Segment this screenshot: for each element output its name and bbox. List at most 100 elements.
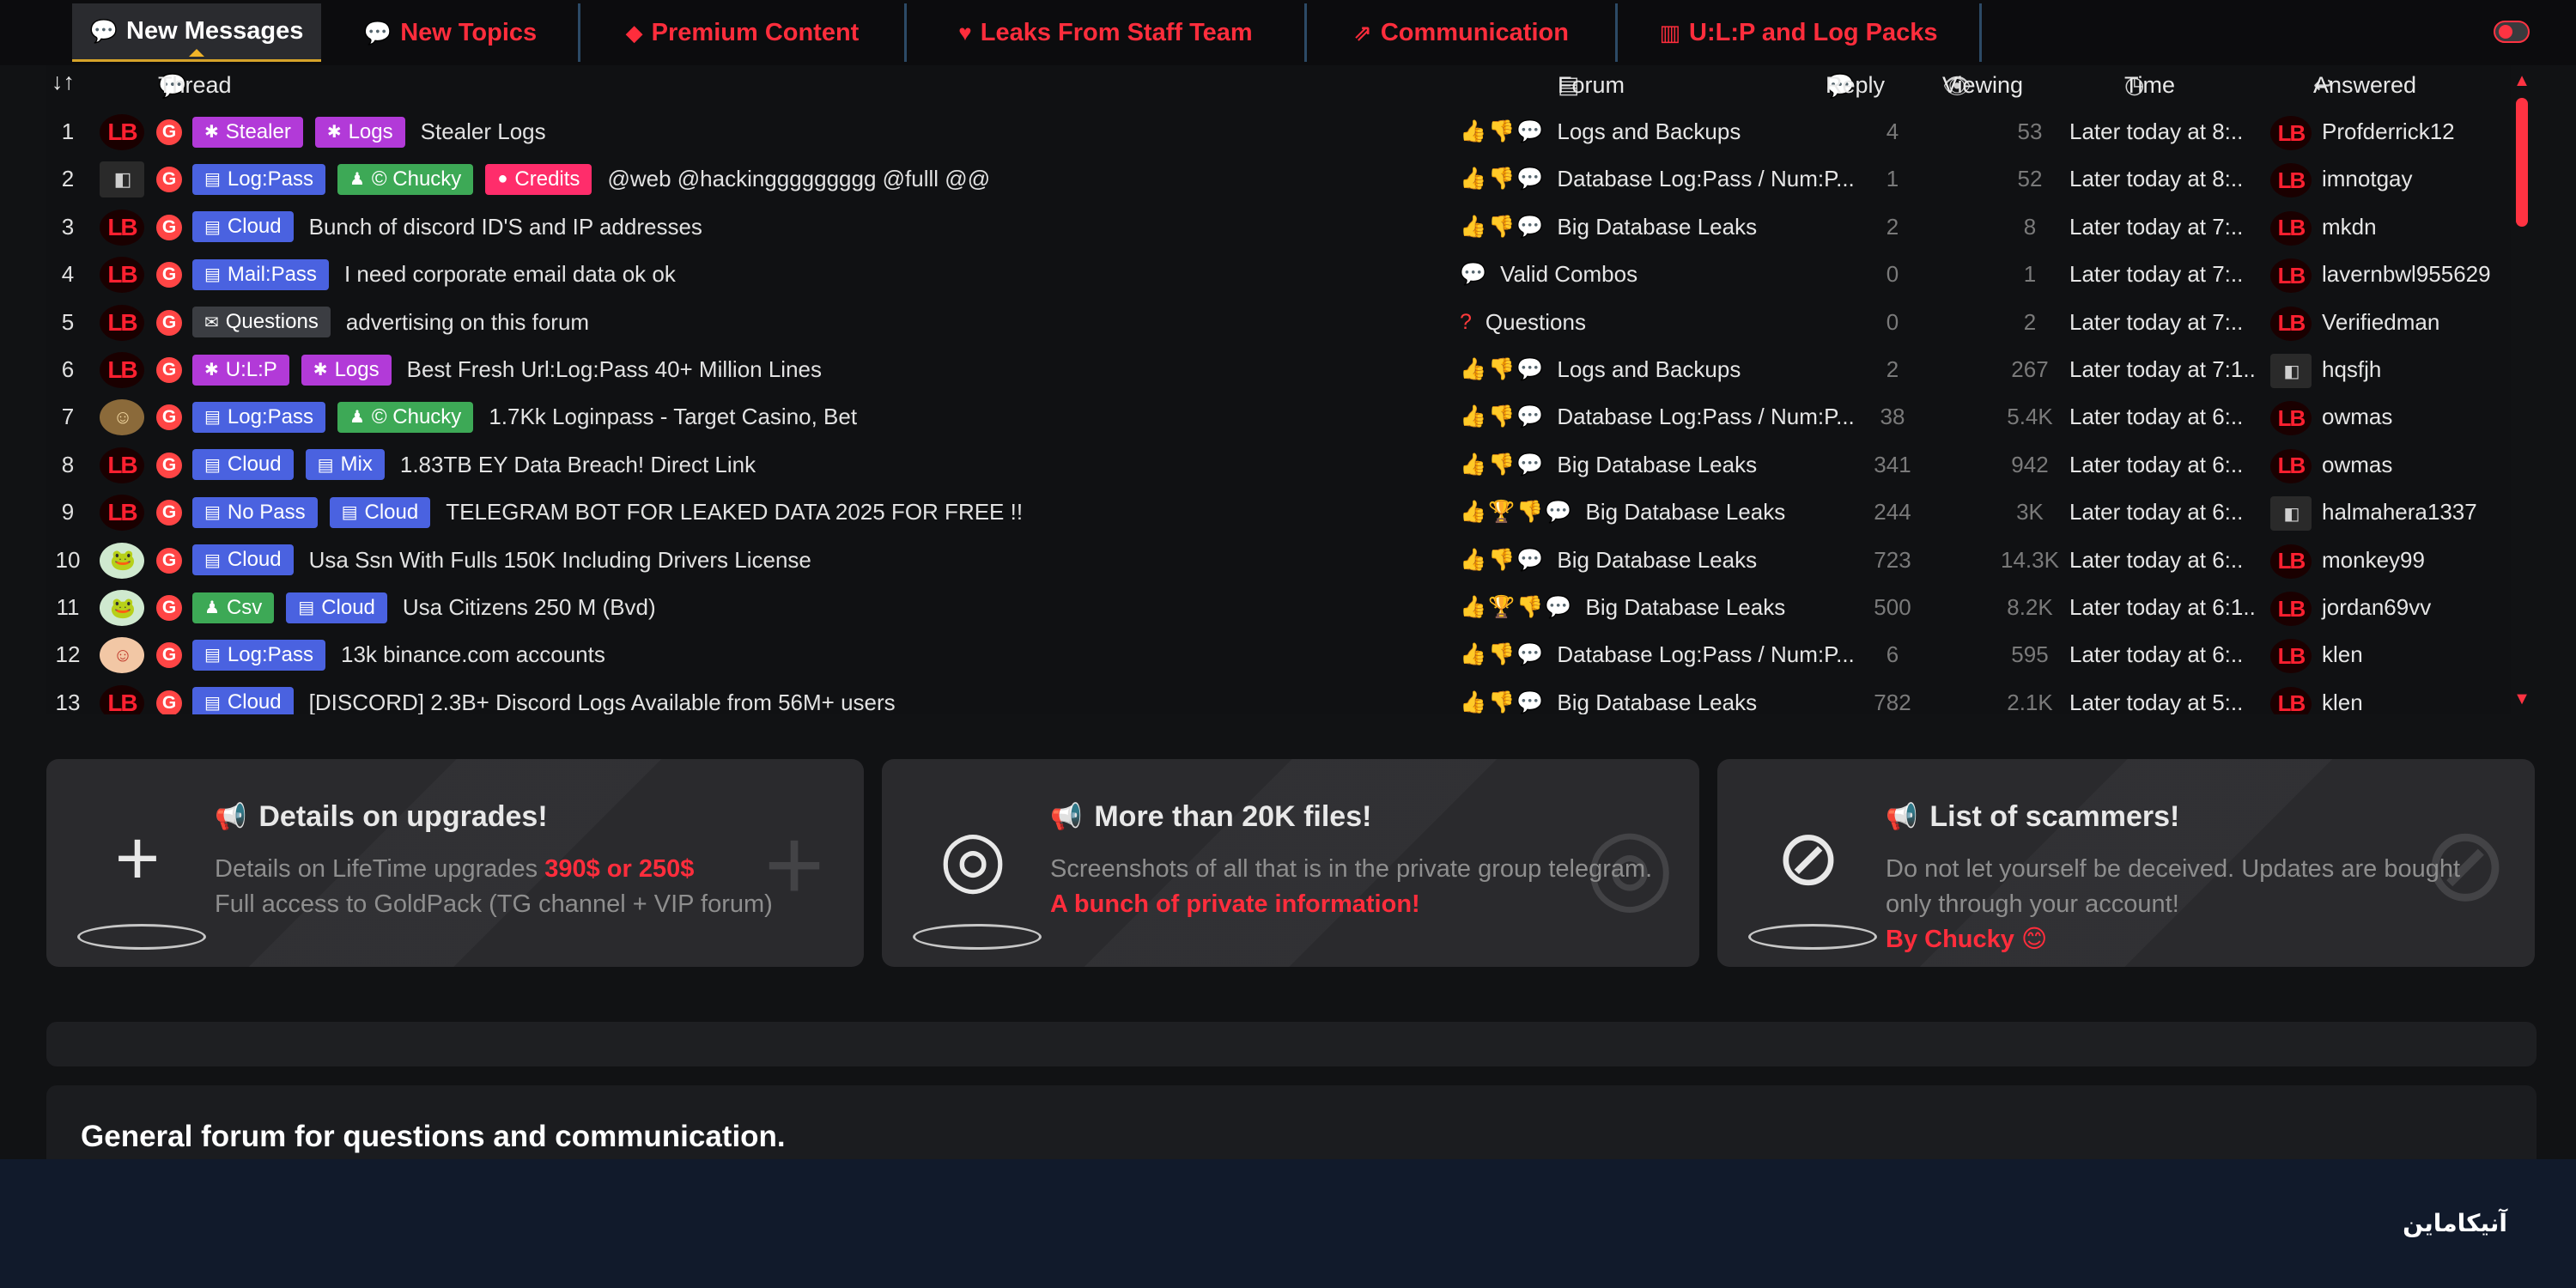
answered-username[interactable]: halmahera1337 [2322, 489, 2477, 536]
forum-link[interactable]: Logs and Backups [1557, 356, 1741, 383]
table-row[interactable]: 13 LB G ▤ Cloud [DISCORD] 2.3B+ Discord Logs … [46, 679, 2511, 714]
prefix-badge[interactable]: ▤ Cloud [192, 544, 294, 576]
thread-title-cell[interactable]: ▤ Log:Pass ♟ © Chucky ● Credits @web @hackingg… [192, 155, 990, 203]
answered-avatar[interactable]: LB [2270, 258, 2312, 294]
forum-link[interactable]: Database Log:Pass / Num:P... [1557, 166, 1854, 192]
thread-title-cell[interactable]: ▤ Mail:Pass I need corporate email data ok… [192, 251, 676, 298]
avatar[interactable]: LB [100, 209, 144, 246]
forum-link[interactable]: Big Database Leaks [1557, 214, 1757, 240]
thread-title-cell[interactable]: ▤ Cloud Usa Ssn With Fulls 150K Including … [192, 537, 811, 584]
prefix-badge[interactable]: ▤ Cloud [329, 496, 431, 528]
scroll-down-arrow-icon[interactable]: ▼ [2513, 690, 2530, 708]
tab-new-topics[interactable]: 💬 New Topics [323, 3, 580, 62]
prefix-badge[interactable]: ▤ Cloud [192, 687, 294, 714]
last-post-time[interactable]: Later today at 8:.. [2069, 108, 2243, 155]
answered-username[interactable]: Verifiedman [2322, 299, 2439, 346]
prefix-badge[interactable]: ✱ Stealer [192, 116, 303, 148]
last-post-time[interactable]: Later today at 6:.. [2069, 489, 2243, 536]
answered-avatar[interactable]: LB [2270, 163, 2312, 198]
table-row[interactable]: 10 🐸 G ▤ Cloud Usa Ssn With Fulls 150K Includ… [46, 537, 2511, 584]
answered-avatar[interactable]: ◧ [2270, 354, 2312, 388]
prefix-badge[interactable]: ▤ Cloud [192, 449, 294, 481]
prefix-badge[interactable]: ▤ Cloud [192, 211, 294, 243]
answered-username[interactable]: lavernbwl955629 [2322, 251, 2491, 298]
prefix-badge[interactable]: ♟ © Chucky [337, 163, 474, 195]
forum-cell[interactable]: 👍👎💬 Logs and Backups [1460, 108, 1741, 155]
avatar[interactable]: LB [100, 257, 144, 294]
last-post-time[interactable]: Later today at 8:.. [2069, 155, 2243, 203]
last-post-time[interactable]: Later today at 6:.. [2069, 393, 2243, 440]
prefix-badge[interactable]: ● Credits [485, 163, 592, 195]
thread-title-link[interactable]: Bunch of discord ID'S and IP addresses [309, 214, 702, 240]
avatar[interactable]: LB [100, 352, 144, 388]
answered-avatar[interactable]: LB [2270, 210, 2312, 246]
avatar[interactable]: ☺ [100, 399, 144, 436]
tab-u-l-p-and-log-packs[interactable]: ▥ U:L:P and Log Packs [1618, 3, 1982, 62]
thread-title-link[interactable]: 13k binance.com accounts [341, 641, 605, 668]
thread-title-cell[interactable]: ▤ Cloud ▤ Mix 1.83TB EY Data Breach! Direct … [192, 441, 756, 489]
table-row[interactable]: 9 LB G ▤ No Pass ▤ Cloud TELEGRAM BOT FOR LEAKE… [46, 489, 2511, 536]
table-row[interactable]: 6 LB G ✱ U:L:P ✱ Logs Best Fresh Url:Log:Pass 4… [46, 346, 2511, 393]
thread-title-cell[interactable]: ✱ Stealer ✱ Logs Stealer Logs [192, 108, 546, 155]
forum-link[interactable]: Database Log:Pass / Num:P... [1557, 641, 1854, 668]
thread-title-link[interactable]: @web @hackinggggggggg @fulll @@ [607, 166, 990, 192]
prefix-badge[interactable]: ▤ Cloud [286, 592, 387, 623]
table-row[interactable]: 4 LB G ▤ Mail:Pass I need corporate email dat… [46, 251, 2511, 298]
forum-cell[interactable]: 👍👎💬 Big Database Leaks [1460, 441, 1757, 489]
answered-avatar[interactable]: ◧ [2270, 496, 2312, 532]
answered-username[interactable]: klen [2322, 631, 2363, 678]
table-row[interactable]: 11 🐸 G ♟ Csv ▤ Cloud Usa Citizens 250 M (Bvd) 👍🏆… [46, 584, 2511, 631]
scroll-thumb[interactable] [2516, 98, 2528, 227]
forum-cell[interactable]: 👍🏆👎💬 Big Database Leaks [1460, 584, 1785, 631]
answered-avatar[interactable]: LB [2270, 544, 2312, 579]
tab-communication[interactable]: ⇗ Communication [1307, 3, 1618, 62]
forum-link[interactable]: Big Database Leaks [1586, 499, 1786, 526]
table-row[interactable]: 7 ☺ G ▤ Log:Pass ♟ © Chucky 1.7Kk Loginpass - T… [46, 393, 2511, 440]
prefix-badge[interactable]: ▤ Mail:Pass [192, 258, 329, 290]
prefix-badge[interactable]: ✉ Questions [192, 307, 331, 338]
prefix-badge[interactable]: ▤ Log:Pass [192, 639, 325, 671]
forum-cell[interactable]: 👍👎💬 Database Log:Pass / Num:P... [1460, 393, 1855, 440]
forum-cell[interactable]: 👍👎💬 Database Log:Pass / Num:P... [1460, 155, 1855, 203]
forum-link[interactable]: Big Database Leaks [1586, 594, 1786, 621]
last-post-time[interactable]: Later today at 6:.. [2069, 537, 2243, 584]
thread-title-link[interactable]: 1.7Kk Loginpass - Target Casino, Bet [489, 404, 857, 430]
answered-avatar[interactable]: LB [2270, 448, 2312, 483]
answered-username[interactable]: Profderrick12 [2322, 108, 2455, 155]
answered-avatar[interactable]: LB [2270, 116, 2312, 150]
table-row[interactable]: 12 ☺ G ▤ Log:Pass 13k binance.com accounts 👍👎💬… [46, 631, 2511, 678]
answered-avatar[interactable]: LB [2270, 592, 2312, 626]
thread-title-cell[interactable]: ✱ U:L:P ✱ Logs Best Fresh Url:Log:Pass 40+ M… [192, 346, 822, 393]
prefix-badge[interactable]: ✱ Logs [301, 354, 392, 386]
prefix-badge[interactable]: ♟ Csv [192, 592, 275, 623]
last-post-time[interactable]: Later today at 7:.. [2069, 299, 2243, 346]
forum-link[interactable]: Logs and Backups [1557, 118, 1741, 145]
last-post-time[interactable]: Later today at 6:1.. [2069, 584, 2256, 631]
answered-username[interactable]: hqsfjh [2322, 346, 2381, 393]
prefix-badge[interactable]: ♟ © Chucky [337, 401, 474, 433]
prefix-badge[interactable]: ▤ Mix [305, 449, 385, 481]
forum-cell[interactable]: 👍👎💬 Database Log:Pass / Num:P... [1460, 631, 1855, 678]
answered-username[interactable]: mkdn [2322, 204, 2377, 251]
thread-title-link[interactable]: Stealer Logs [421, 118, 546, 145]
answered-username[interactable]: klen [2322, 679, 2363, 714]
thread-title-link[interactable]: [DISCORD] 2.3B+ Discord Logs Available f… [309, 690, 896, 714]
thread-title-cell[interactable]: ♟ Csv ▤ Cloud Usa Citizens 250 M (Bvd) [192, 584, 656, 631]
avatar[interactable]: LB [100, 495, 144, 532]
last-post-time[interactable]: Later today at 5:.. [2069, 679, 2243, 714]
table-row[interactable]: 2 ◧ G ▤ Log:Pass ♟ © Chucky ● Credits @web @hacki… [46, 155, 2511, 203]
last-post-time[interactable]: Later today at 6:.. [2069, 441, 2243, 489]
prefix-badge[interactable]: ✱ U:L:P [192, 354, 289, 386]
answered-avatar[interactable]: LB [2270, 401, 2312, 436]
table-row[interactable]: 1 LB G ✱ Stealer ✱ Logs Stealer Logs 👍👎💬 Logs and… [46, 108, 2511, 155]
last-post-time[interactable]: Later today at 6:.. [2069, 631, 2243, 678]
forum-link[interactable]: Big Database Leaks [1557, 690, 1757, 714]
thread-title-link[interactable]: advertising on this forum [346, 309, 589, 336]
forum-cell[interactable]: 👍👎💬 Big Database Leaks [1460, 537, 1757, 584]
tab-premium-content[interactable]: ◆ Premium Content [580, 3, 907, 62]
thread-title-link[interactable]: I need corporate email data ok ok [344, 261, 676, 288]
forum-link[interactable]: Big Database Leaks [1557, 452, 1757, 478]
forum-cell[interactable]: 💬 Valid Combos [1460, 251, 1637, 298]
avatar[interactable]: LB [100, 684, 144, 714]
forum-cell[interactable]: 👍👎💬 Big Database Leaks [1460, 204, 1757, 251]
